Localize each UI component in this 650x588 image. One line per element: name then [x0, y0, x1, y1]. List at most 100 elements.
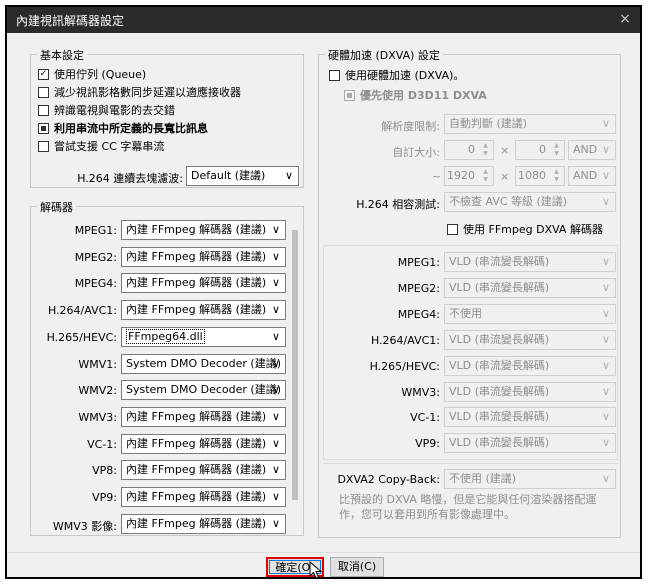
chevron-down-icon: ∨ [601, 280, 611, 294]
dxva-decoder-label: VC-1: [410, 411, 440, 425]
use-hw-accel-label: 使用硬體加速 (DXVA)。 [345, 69, 465, 82]
basic-option-label: 辨識電視與電影的去交錯 [54, 104, 175, 117]
checkmark-icon: ✓ [38, 68, 49, 80]
decoder-select[interactable]: 內建 FFmpeg 解碼器 (建議) ∨ [121, 433, 286, 454]
mouse-cursor-icon [309, 561, 323, 579]
resolution-limit-label: 解析度限制: [381, 120, 440, 133]
chevron-down-icon: ∨ [601, 169, 611, 182]
ffmpeg-dxva-label: 使用 FFmpeg DXVA 解碼器 [463, 223, 603, 236]
spin-down-icon[interactable]: ▼ [550, 176, 563, 184]
decoder-select[interactable]: 內建 FFmpeg 解碼器 (建議) ∨ [121, 487, 286, 507]
custom-width-max[interactable]: 1920 ▲ ▼ [444, 166, 494, 186]
basic-option-0[interactable]: ✓ 使用佇列 (Queue) [38, 66, 146, 82]
copyback-select[interactable]: 不使用 (建議) ∨ [444, 469, 616, 489]
spin-up-icon[interactable]: ▲ [479, 168, 492, 176]
dxva-decoder-value: VLD (串流變長解碼) [449, 358, 550, 372]
use-hw-accel-checkbox[interactable]: 使用硬體加速 (DXVA)。 [329, 67, 464, 83]
dxva-decoder-select[interactable]: VLD (串流變長解碼) ∨ [444, 355, 616, 376]
basic-option-4[interactable]: 嘗試支援 CC 字幕串流 [38, 138, 164, 154]
chevron-down-icon: ∨ [271, 463, 281, 477]
dxva-decoder-select[interactable]: VLD (串流變長解碼) ∨ [444, 381, 616, 402]
custom-and-select-2[interactable]: AND ∨ [568, 166, 616, 186]
checkbox-box [38, 122, 49, 134]
decoder-select[interactable]: 內建 FFmpeg 解碼器 (建議) ∨ [121, 406, 286, 427]
decoder-label: VP8: [92, 464, 117, 478]
decoder-select[interactable]: 內建 FFmpeg 解碼器 (建議) ∨ [121, 513, 286, 534]
checkbox-box [329, 69, 340, 81]
decoder-select[interactable]: FFmpeg64.dll ∨ [121, 326, 286, 347]
ffmpeg-dxva-checkbox[interactable]: 使用 FFmpeg DXVA 解碼器 [447, 221, 603, 237]
decoder-value: 內建 FFmpeg 解碼器 (建議) [126, 223, 267, 236]
spin-up-icon[interactable]: ▲ [550, 142, 563, 150]
decoder-select[interactable]: 內建 FFmpeg 解碼器 (建議) ∨ [121, 273, 286, 294]
resolution-limit-select[interactable]: 自動判斷 (建議) ∨ [444, 114, 616, 134]
prefer-d3d11-checkbox[interactable]: 優先使用 D3D11 DXVA [344, 87, 487, 103]
decoder-select[interactable]: System DMO Decoder (建議) ∨ [121, 353, 286, 374]
h264-compat-value: 不檢查 AVC 等級 (建議) [449, 195, 568, 208]
basic-option-label: 嘗試支援 CC 字幕串流 [54, 140, 165, 153]
spin-up-icon[interactable]: ▲ [550, 168, 563, 176]
chevron-down-icon: ∨ [601, 195, 611, 208]
decoder-select[interactable]: 內建 FFmpeg 解碼器 (建議) ∨ [121, 246, 286, 267]
decoder-select[interactable]: System DMO Decoder (建議) ∨ [121, 380, 286, 401]
decoder-value: 內建 FFmpeg 解碼器 (建議) [126, 490, 267, 503]
checkbox-box [447, 223, 458, 235]
h264-deblock-select[interactable]: Default (建議) ∨ [186, 166, 299, 186]
custom-and-select-1[interactable]: AND ∨ [568, 140, 616, 160]
resolution-limit-value: 自動判斷 (建議) [449, 117, 528, 130]
basic-option-label: 使用佇列 (Queue) [54, 68, 147, 81]
basic-option-label: 減少視訊影格數同步延遲以適應接收器 [54, 86, 241, 99]
dxva-decoder-select[interactable]: VLD (串流變長解碼) ∨ [444, 252, 616, 272]
dxva-decoder-select[interactable]: VLD (串流變長解碼) ∨ [444, 329, 616, 350]
dxva-decoder-select[interactable]: 不使用 ∨ [444, 303, 616, 324]
scrollbar-thumb[interactable] [292, 230, 298, 500]
checkbox-box [344, 89, 355, 101]
dxva-decoder-select[interactable]: VLD (串流變長解碼) ∨ [444, 407, 616, 428]
decoder-select[interactable]: 內建 FFmpeg 解碼器 (建議) ∨ [121, 220, 286, 240]
close-icon[interactable]: × [616, 10, 634, 28]
basic-option-1[interactable]: 減少視訊影格數同步延遲以適應接收器 [38, 84, 241, 100]
decoder-value: 內建 FFmpeg 解碼器 (建議) [126, 409, 267, 423]
decoder-label: WMV3 影像: [52, 519, 117, 533]
custom-height-max[interactable]: 1080 ▲ ▼ [515, 166, 565, 186]
dxva-decoder-value: VLD (串流變長解碼) [449, 384, 550, 398]
h264-compat-select[interactable]: 不檢查 AVC 等級 (建議) ∨ [444, 192, 616, 212]
dialog-window: 內建視訊解碼器設定 × 基本設定 H.264 連續去塊濾波: Default (… [5, 5, 642, 579]
spin-up-icon[interactable]: ▲ [479, 142, 492, 150]
chevron-down-icon: ∨ [271, 490, 281, 503]
copyback-label: DXVA2 Copy-Back: [337, 473, 440, 486]
basic-option-3[interactable]: 利用串流中所定義的長寬比訊息 [38, 120, 208, 136]
custom-height-min[interactable]: 0 ▲ ▼ [515, 140, 565, 160]
chevron-down-icon: ∨ [284, 169, 294, 182]
copyback-note-line2: 作，您可以套用到所有影像處理中。 [339, 508, 515, 521]
dxva-decoder-value: VLD (串流變長解碼) [449, 436, 550, 450]
spin-down-icon[interactable]: ▼ [550, 150, 563, 158]
range-tilde: ~ [432, 170, 442, 183]
dxva-decoder-value: VLD (串流變長解碼) [449, 332, 550, 346]
dxva-decoder-select[interactable]: VLD (串流變長解碼) ∨ [444, 433, 616, 454]
copyback-note-line1: 比預設的 DXVA 略慢，但是它能與任何渲染器搭配運 [339, 493, 597, 506]
decoder-select[interactable]: 內建 FFmpeg 解碼器 (建議) ∨ [121, 460, 286, 481]
chevron-down-icon: ∨ [601, 472, 611, 485]
custom-width-min[interactable]: 0 ▲ ▼ [444, 140, 494, 160]
h264-compat-label: H.264 相容測試: [356, 198, 440, 211]
basic-option-2[interactable]: 辨識電視與電影的去交錯 [38, 102, 175, 118]
spin-down-icon[interactable]: ▼ [479, 150, 492, 158]
and-value: AND [573, 169, 598, 182]
chevron-down-icon: ∨ [601, 358, 611, 372]
decoder-select[interactable]: 內建 FFmpeg 解碼器 (建議) ∨ [121, 300, 286, 321]
decoder-label: H.264/AVC1: [47, 304, 117, 318]
decoder-label: VP9: [92, 491, 117, 504]
checkbox-box [38, 140, 49, 152]
times-sign: × [500, 170, 510, 183]
dxva-decoder-select[interactable]: VLD (串流變長解碼) ∨ [444, 277, 616, 298]
chevron-down-icon: ∨ [601, 255, 611, 268]
dxva-decoder-label: WMV3: [401, 385, 440, 399]
chevron-down-icon: ∨ [271, 329, 281, 343]
decoder-label: MPEG2: [74, 250, 117, 264]
decoders-scrollbar[interactable] [290, 214, 300, 530]
spin-down-icon[interactable]: ▼ [479, 176, 492, 184]
cancel-button[interactable]: 取消(C) [330, 557, 384, 577]
decoder-value: System DMO Decoder (建議) [126, 356, 281, 370]
decoder-label: VC-1: [87, 437, 117, 451]
